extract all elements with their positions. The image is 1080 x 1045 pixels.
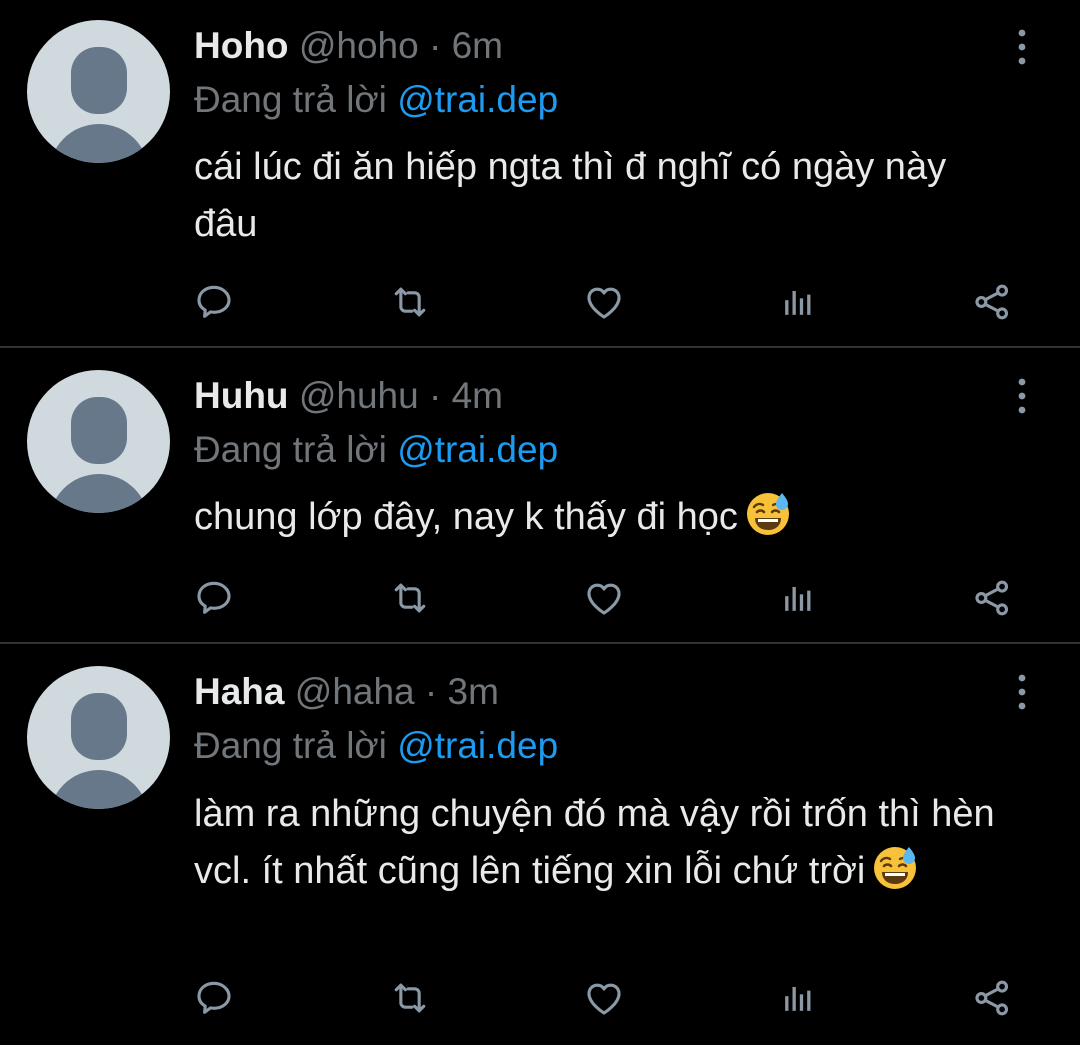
replying-to-label: Đang trả lời (194, 79, 387, 120)
default-avatar-icon (71, 47, 127, 114)
timestamp[interactable]: 4m (452, 375, 503, 416)
action-bar (0, 974, 1080, 1022)
replying-to-label: Đang trả lời (194, 725, 387, 766)
replying-to-label: Đang trả lời (194, 429, 387, 470)
meta-separator: · (428, 25, 442, 66)
reply-item-2[interactable]: Huhu @huhu · 4m Đang trả lời @trai.dep c… (0, 348, 1080, 642)
share-icon[interactable] (968, 278, 1016, 326)
action-bar (0, 574, 1080, 622)
reply-icon[interactable] (190, 974, 238, 1022)
avatar[interactable] (27, 20, 170, 163)
retweet-icon[interactable] (386, 574, 434, 622)
heart-icon[interactable] (580, 574, 628, 622)
grinning-face-with-sweat-emoji (744, 489, 792, 537)
reply-icon[interactable] (190, 574, 238, 622)
reply-icon[interactable] (190, 278, 238, 326)
avatar[interactable] (27, 666, 170, 809)
meta-separator: · (424, 671, 438, 712)
default-avatar-icon (71, 693, 127, 760)
more-vertical-icon[interactable] (1008, 27, 1036, 67)
analytics-icon[interactable] (774, 278, 822, 326)
reply-text: chung lớp đây, nay k thấy đi học (194, 489, 1014, 546)
meta-separator: · (428, 375, 442, 416)
share-icon[interactable] (968, 574, 1016, 622)
action-bar (0, 278, 1080, 326)
replying-to-mention[interactable]: @trai.dep (397, 725, 558, 766)
analytics-icon[interactable] (774, 574, 822, 622)
default-avatar-icon (71, 397, 127, 464)
author-name[interactable]: Haha (194, 671, 284, 712)
grinning-face-with-sweat-emoji (871, 843, 919, 891)
more-vertical-icon[interactable] (1008, 376, 1036, 416)
author-name[interactable]: Hoho (194, 25, 289, 66)
avatar[interactable] (27, 370, 170, 513)
reply-item-1[interactable]: Hoho @hoho · 6m Đang trả lời @trai.dep c… (0, 0, 1080, 346)
replying-to-mention[interactable]: @trai.dep (397, 79, 558, 120)
share-icon[interactable] (968, 974, 1016, 1022)
author-name[interactable]: Huhu (194, 375, 289, 416)
author-handle[interactable]: @hoho (299, 25, 419, 66)
more-vertical-icon[interactable] (1008, 672, 1036, 712)
heart-icon[interactable] (580, 974, 628, 1022)
analytics-icon[interactable] (774, 974, 822, 1022)
retweet-icon[interactable] (386, 278, 434, 326)
reply-text: cái lúc đi ăn hiếp ngta thì đ nghĩ có ng… (194, 146, 947, 245)
author-handle[interactable]: @huhu (299, 375, 419, 416)
reply-text: làm ra những chuyện đó mà vậy rồi trốn t… (194, 793, 995, 892)
author-handle[interactable]: @haha (295, 671, 415, 712)
reply-item-3[interactable]: Haha @haha · 3m Đang trả lời @trai.dep l… (0, 644, 1080, 1045)
heart-icon[interactable] (580, 278, 628, 326)
timestamp[interactable]: 6m (452, 25, 503, 66)
replying-to-mention[interactable]: @trai.dep (397, 429, 558, 470)
retweet-icon[interactable] (386, 974, 434, 1022)
timestamp[interactable]: 3m (448, 671, 499, 712)
